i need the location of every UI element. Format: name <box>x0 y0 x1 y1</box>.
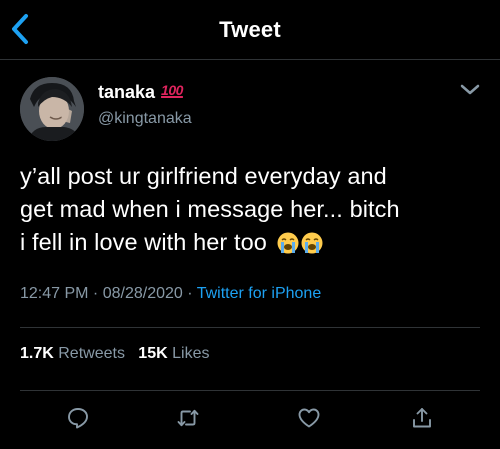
more-options-button[interactable] <box>456 80 484 100</box>
reply-icon <box>68 408 88 429</box>
tweet-meta: 12:47 PM · 08/28/2020 · Twitter for iPho… <box>20 285 321 303</box>
chevron-down-icon <box>460 84 480 95</box>
likes-count: 15K <box>138 345 168 362</box>
loudly-crying-face-icon <box>277 232 299 254</box>
likes-stat[interactable]: 15K Likes <box>138 345 209 362</box>
tweet-text: y’all post ur girlfriend everyday and ge… <box>20 160 490 259</box>
tweet-text-line-3-text: i fell in love with her too <box>20 229 267 255</box>
avatar-image <box>20 77 84 141</box>
display-name: tanaka <box>98 82 156 102</box>
retweets-count: 1.7K <box>20 345 54 362</box>
retweet-button[interactable] <box>176 406 200 430</box>
tweet-text-line-3: i fell in love with her too <box>20 226 490 259</box>
reply-button[interactable] <box>66 406 90 430</box>
retweets-label: Retweets <box>58 345 125 362</box>
tweet-text-line-2: get mad when i message her... bitch <box>20 196 400 222</box>
nav-title: Tweet <box>219 17 281 42</box>
divider-bottom <box>20 390 480 391</box>
like-icon <box>298 408 320 428</box>
hundred-points-icon: 100 <box>161 81 183 98</box>
tweet-date: 08/28/2020 <box>102 285 183 302</box>
user-handle[interactable]: @kingtanaka <box>98 110 192 128</box>
tweet-time: 12:47 PM <box>20 285 89 302</box>
tweet-detail-screen: Tweet tanaka 100 @kingtanaka y’all post … <box>0 0 500 449</box>
author-name-row[interactable]: tanaka 100 <box>98 82 183 103</box>
tweet-text-line-1: y’all post ur girlfriend everyday and <box>20 163 387 189</box>
meta-separator: · <box>88 285 103 302</box>
tweet-source-link[interactable]: Twitter for iPhone <box>197 285 322 302</box>
meta-separator: · <box>182 285 197 302</box>
retweet-icon <box>177 409 199 427</box>
avatar[interactable] <box>20 77 84 141</box>
action-bar <box>0 400 500 436</box>
loudly-crying-face-icon <box>301 232 323 254</box>
nav-divider <box>0 59 500 60</box>
retweets-stat[interactable]: 1.7K Retweets <box>20 345 125 362</box>
share-button[interactable] <box>410 406 434 430</box>
share-icon <box>413 408 431 428</box>
divider-top <box>20 327 480 328</box>
tweet-stats: 1.7K Retweets 15K Likes <box>20 345 209 363</box>
like-button[interactable] <box>297 406 321 430</box>
likes-label: Likes <box>172 345 210 362</box>
nav-bar: Tweet <box>0 0 500 60</box>
